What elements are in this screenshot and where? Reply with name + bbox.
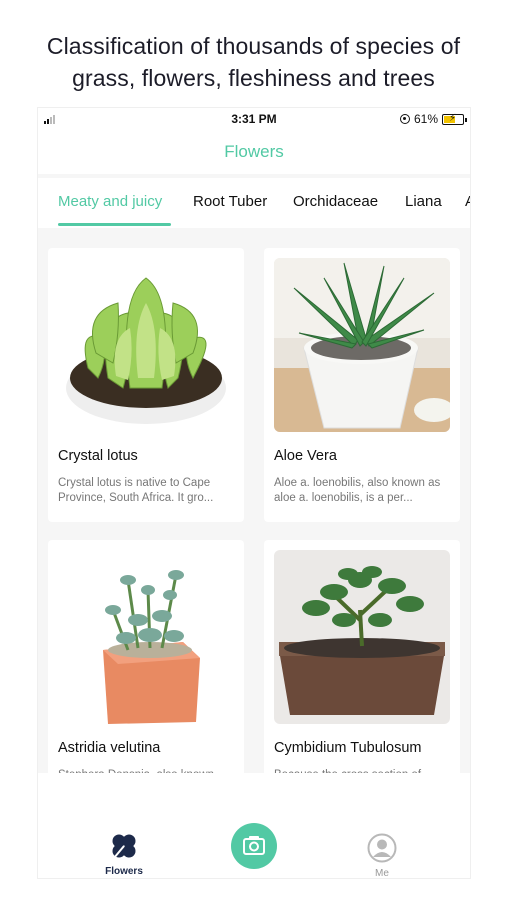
tab-overflow[interactable]: A: [465, 193, 470, 210]
plant-name: Cymbidium Tubulosum: [274, 740, 422, 756]
page-title: Flowers: [224, 142, 284, 161]
camera-button[interactable]: [231, 823, 277, 869]
tabbar-me-label: Me: [375, 868, 389, 878]
plant-image-astridia-velutina: [58, 550, 234, 724]
tabbar-flowers[interactable]: Flowers: [100, 831, 148, 877]
plant-card-astridia-velutina[interactable]: Astridia velutina Stephera Donsnia, also…: [48, 540, 244, 800]
active-tab-indicator: [58, 223, 171, 226]
plant-card-crystal-lotus[interactable]: Crystal lotus Crystal lotus is native to…: [48, 248, 244, 522]
camera-icon: [243, 836, 265, 855]
tab-orchidaceae[interactable]: Orchidaceae: [293, 193, 378, 210]
phone-screen: 3:31 PM 61% ⚡ Flowers Meaty and juicy Ro…: [38, 108, 470, 878]
plant-image-crystal-lotus: [58, 258, 234, 432]
plant-name: Astridia velutina: [58, 740, 161, 756]
tab-liana[interactable]: Liana: [405, 193, 442, 210]
promo-line-1: Classification of thousands of species o…: [46, 33, 461, 59]
promo-caption: Classification of thousands of species o…: [0, 30, 507, 94]
status-bar: 3:31 PM 61% ⚡: [38, 108, 470, 130]
tabbar-flowers-label: Flowers: [105, 866, 143, 877]
tab-root-tuber[interactable]: Root Tuber: [193, 193, 267, 210]
plant-image-aloe-vera: [274, 258, 450, 432]
plant-description: Crystal lotus is native to Cape Province…: [58, 477, 214, 504]
status-right: 61% ⚡: [399, 112, 467, 126]
clover-icon: [112, 834, 136, 859]
plant-name: Crystal lotus: [58, 448, 138, 464]
battery-icon: ⚡: [442, 113, 467, 125]
plant-card-cymbidium-tubulosum[interactable]: Cymbidium Tubulosum Because the cross se…: [264, 540, 460, 800]
tab-meaty-and-juicy[interactable]: Meaty and juicy: [58, 193, 162, 210]
plant-image-cymbidium-tubulosum: [274, 550, 450, 724]
promo-line-2: grass, flowers, fleshiness and trees: [72, 65, 435, 91]
location-lock-icon: [399, 114, 410, 124]
plant-name: Aloe Vera: [274, 448, 337, 464]
user-icon: [367, 833, 397, 863]
nav-bar: Flowers: [38, 130, 470, 174]
plant-description: Aloe a. loenobilis, also known as aloe a…: [274, 477, 441, 504]
plant-card-aloe-vera[interactable]: Aloe Vera Aloe a. loenobilis, also known…: [264, 248, 460, 522]
category-tabs: Meaty and juicy Root Tuber Orchidaceae L…: [38, 178, 470, 228]
battery-percent: 61%: [413, 112, 438, 126]
tabbar-me[interactable]: Me: [358, 833, 406, 878]
